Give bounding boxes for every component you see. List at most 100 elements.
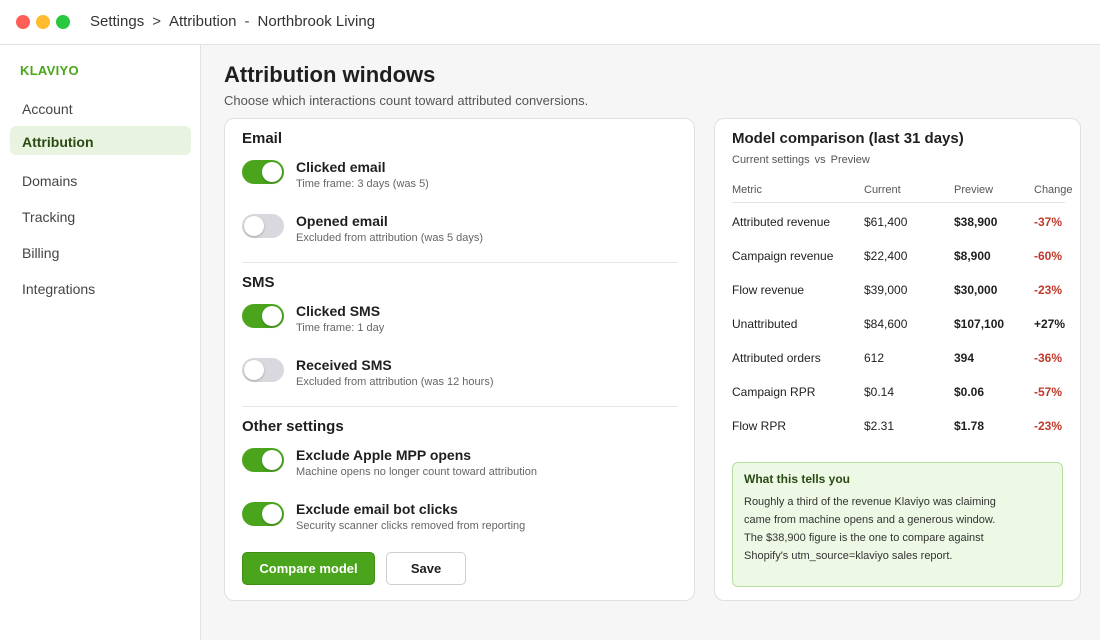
cell-metric: Campaign RPR (732, 385, 816, 399)
toggle-opened-email[interactable] (242, 214, 284, 238)
subtitle-vs: vs (814, 154, 826, 166)
cell-current: 612 (864, 351, 885, 365)
option-title-clicked-email: Clicked email (296, 159, 386, 175)
sidebar-item-tracking[interactable]: Tracking (10, 201, 191, 230)
cell-preview: $0.06 (954, 385, 985, 399)
insight-callout: What this tells you Roughly a third of t… (732, 462, 1063, 587)
table-row: Flow revenue $39,000 $30,000 -23% (732, 271, 1065, 305)
cell-change: -23% (1034, 419, 1063, 433)
option-title-exclude-bot-clicks: Exclude email bot clicks (296, 501, 458, 517)
cell-current: $2.31 (864, 419, 895, 433)
sidebar-item-integrations[interactable]: Integrations (10, 273, 191, 302)
table-row: Attributed revenue $61,400 $38,900 -37% (732, 203, 1065, 237)
cell-change: -36% (1034, 351, 1063, 365)
toggle-knob (262, 450, 282, 470)
column-header-change: Change (1034, 184, 1073, 196)
option-desc-exclude-apple-mpp: Machine opens no longer count toward att… (296, 466, 537, 478)
table-row: Attributed orders 612 394 -36% (732, 339, 1065, 373)
toggle-received-sms[interactable] (242, 358, 284, 382)
model-comparison-card: Model comparison (last 31 days) Current … (714, 118, 1081, 601)
cell-metric: Attributed orders (732, 351, 821, 365)
sidebar-item-attribution[interactable]: Attribution (10, 126, 191, 155)
title-bar: Settings > Attribution - Northbrook Living (0, 0, 1100, 45)
cell-preview: $38,900 (954, 215, 998, 229)
breadcrumb-separator: > (152, 13, 161, 30)
compare-model-button[interactable]: Compare model (242, 552, 375, 585)
comparison-table: Metric Current Preview Change Attributed… (732, 179, 1073, 441)
page-subtitle: Choose which interactions count toward a… (224, 93, 589, 108)
insight-line: The $38,900 figure is the one to compare… (744, 532, 984, 544)
cell-change: -23% (1034, 283, 1063, 297)
toggle-clicked-sms[interactable] (242, 304, 284, 328)
page-title: Attribution windows (224, 62, 436, 87)
cell-metric: Campaign revenue (732, 249, 834, 263)
maximize-window-icon[interactable] (56, 15, 70, 29)
cell-current: $22,400 (864, 249, 908, 263)
column-header-metric: Metric (732, 184, 762, 196)
cell-current: $0.14 (864, 385, 895, 399)
sidebar-item-account[interactable]: Account (10, 93, 191, 122)
table-row: Unattributed $84,600 $107,100 +27% (732, 305, 1065, 339)
section-heading-other-settings: Other settings (242, 418, 344, 435)
cell-preview: $8,900 (954, 249, 991, 263)
breadcrumb-settings[interactable]: Settings (90, 13, 144, 30)
breadcrumb: Settings > Attribution - Northbrook Living (90, 13, 375, 30)
toggle-knob (262, 306, 282, 326)
section-heading-email: Email (242, 130, 283, 147)
cell-metric: Flow RPR (732, 419, 787, 433)
insight-body: Roughly a third of the revenue Klaviyo w… (744, 493, 1044, 565)
cell-current: $39,000 (864, 283, 908, 297)
cell-current: $61,400 (864, 215, 908, 229)
column-header-preview: Preview (954, 184, 994, 196)
sidebar: KLAVIYO Account Attribution Domains Trac… (0, 45, 201, 640)
option-title-clicked-sms: Clicked SMS (296, 303, 381, 319)
toggle-clicked-email[interactable] (242, 160, 284, 184)
option-title-received-sms: Received SMS (296, 357, 392, 373)
insight-line: came from machine opens and a generous w… (744, 514, 996, 526)
cell-change: -60% (1034, 249, 1063, 263)
table-row: Flow RPR $2.31 $1.78 -23% (732, 407, 1065, 441)
column-header-current: Current (864, 184, 901, 196)
section-divider (242, 406, 678, 407)
toggle-knob (262, 504, 282, 524)
option-title-exclude-apple-mpp: Exclude Apple MPP opens (296, 447, 472, 463)
cell-metric: Unattributed (732, 317, 798, 331)
cell-preview: $107,100 (954, 317, 1005, 331)
brand-logo: KLAVIYO (20, 63, 79, 78)
cell-metric: Attributed revenue (732, 215, 831, 229)
sidebar-item-billing[interactable]: Billing (10, 237, 191, 266)
cell-change: -57% (1034, 385, 1063, 399)
subtitle-current: Current settings (732, 154, 810, 166)
table-row: Campaign RPR $0.14 $0.06 -57% (732, 373, 1065, 407)
table-header: Metric Current Preview Change (732, 179, 1073, 203)
cell-current: $84,600 (864, 317, 908, 331)
account-name: Northbrook Living (257, 13, 376, 30)
cell-metric: Flow revenue (732, 283, 805, 297)
section-heading-sms: SMS (242, 274, 275, 291)
toggle-knob (262, 162, 282, 182)
main-content: Attribution windows Choose which interac… (201, 45, 1100, 640)
option-desc-opened-email: Excluded from attribution (was 5 days) (296, 232, 484, 244)
toggle-exclude-apple-mpp[interactable] (242, 448, 284, 472)
cell-preview: $30,000 (954, 283, 998, 297)
table-row: Campaign revenue $22,400 $8,900 -60% (732, 237, 1065, 271)
comparison-title: Model comparison (last 31 days) (732, 130, 964, 147)
cell-preview: $1.78 (954, 419, 985, 433)
option-desc-clicked-sms: Time frame: 1 day (296, 322, 385, 334)
insight-line: Shopify's utm_source=klaviyo sales repor… (744, 550, 953, 562)
save-button[interactable]: Save (386, 552, 466, 585)
breadcrumb-attribution[interactable]: Attribution (169, 13, 237, 30)
insight-title: What this tells you (744, 472, 851, 486)
sidebar-item-domains[interactable]: Domains (10, 165, 191, 194)
subtitle-preview: Preview (830, 154, 870, 166)
insight-line: Roughly a third of the revenue Klaviyo w… (744, 496, 996, 508)
minimize-window-icon[interactable] (36, 15, 50, 29)
comparison-subtitle: Current settings vs Preview (732, 154, 870, 166)
title-separator: - (244, 13, 250, 30)
toggle-exclude-bot-clicks[interactable] (242, 502, 284, 526)
section-divider (242, 262, 678, 263)
option-title-opened-email: Opened email (296, 213, 388, 229)
cell-change: +27% (1034, 317, 1066, 331)
cell-change: -37% (1034, 215, 1063, 229)
close-window-icon[interactable] (16, 15, 30, 29)
